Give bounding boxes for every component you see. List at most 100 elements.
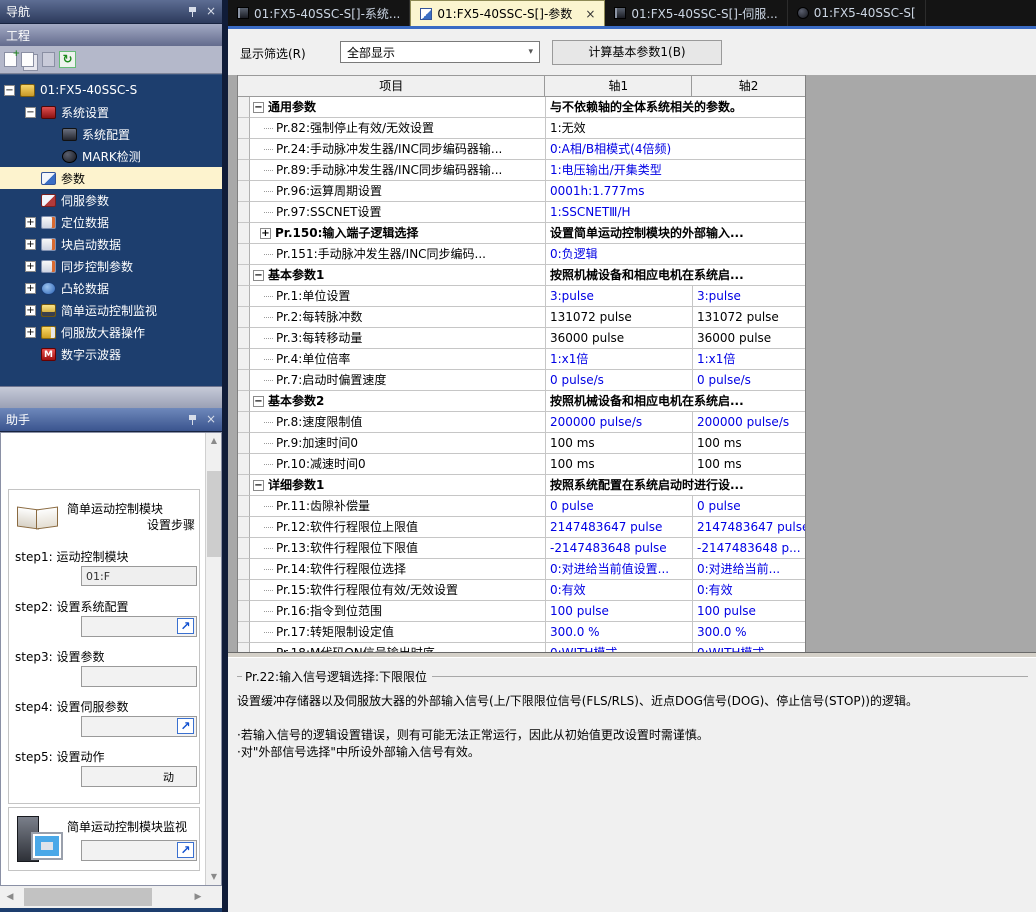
item-cell[interactable]: −基本参数2 xyxy=(250,391,546,412)
collapse-toggle-icon[interactable]: − xyxy=(25,107,36,118)
scrollbar-thumb[interactable] xyxy=(207,471,221,557)
axis1-cell[interactable]: 0 pulse/s xyxy=(546,370,693,391)
tree-item-cam-data[interactable]: +凸轮数据 xyxy=(0,277,222,299)
item-cell[interactable]: Pr.82:强制停止有效/无效设置 xyxy=(250,118,546,139)
item-cell[interactable]: Pr.16:指令到位范围 xyxy=(250,601,546,622)
tree-item-system-configuration[interactable]: 系统配置 xyxy=(0,123,222,145)
axis2-cell[interactable]: 200000 pulse/s xyxy=(693,412,805,433)
tree-item-servo-parameter[interactable]: 伺服参数 xyxy=(0,189,222,211)
expand-toggle-icon[interactable]: + xyxy=(25,261,36,272)
axis-span-cell[interactable]: 1:无效 xyxy=(546,118,805,139)
axis1-cell[interactable]: 100 ms xyxy=(546,454,693,475)
refresh-icon[interactable]: ↻ xyxy=(59,51,76,68)
tree-item-motion-monitor[interactable]: +简单运动控制监视 xyxy=(0,299,222,321)
axis2-cell[interactable]: -2147483648 p... xyxy=(693,538,805,559)
monitor-open-button[interactable]: ↗ xyxy=(81,840,197,861)
axis1-cell[interactable]: 2147483647 pulse xyxy=(546,517,693,538)
expand-toggle-icon[interactable]: + xyxy=(25,305,36,316)
item-cell[interactable]: Pr.24:手动脉冲发生器/INC同步编码器输... xyxy=(250,139,546,160)
close-icon[interactable]: × xyxy=(206,414,216,425)
paste-icon[interactable] xyxy=(42,52,55,67)
tab-servo-parameter[interactable]: 01:FX5-40SSC-S[]-伺服... xyxy=(605,0,787,26)
axis2-cell[interactable]: 0 pulse xyxy=(693,496,805,517)
expand-toggle-icon[interactable]: + xyxy=(260,228,271,239)
tree-item-module[interactable]: −01:FX5-40SSC-S xyxy=(0,79,222,101)
step3-button[interactable] xyxy=(81,666,197,687)
axis-span-cell[interactable]: 1:SSCNETⅢ/H xyxy=(546,202,805,223)
scroll-down-icon[interactable]: ▼ xyxy=(206,869,222,885)
axis2-cell[interactable]: 0:WITH模式 xyxy=(693,643,805,652)
tree-item-positioning-data[interactable]: +定位数据 xyxy=(0,211,222,233)
axis2-cell[interactable]: 0:有效 xyxy=(693,580,805,601)
tree-item-parameter[interactable]: 参数 xyxy=(0,167,222,189)
item-cell[interactable]: Pr.17:转矩限制设定值 xyxy=(250,622,546,643)
item-cell[interactable]: +Pr.150:输入端子逻辑选择 xyxy=(250,223,546,244)
expand-toggle-icon[interactable]: + xyxy=(25,283,36,294)
item-cell[interactable]: Pr.9:加速时间0 xyxy=(250,433,546,454)
step2-button[interactable]: ↗ xyxy=(81,616,197,637)
display-filter-select[interactable]: 全部显示 ▾ xyxy=(340,41,540,63)
item-cell[interactable]: Pr.12:软件行程限位上限值 xyxy=(250,517,546,538)
tree-item-block-start-data[interactable]: +块启动数据 xyxy=(0,233,222,255)
axis-span-cell[interactable]: 1:电压输出/开集类型 xyxy=(546,160,805,181)
copy-icon[interactable] xyxy=(21,52,34,67)
axis1-cell[interactable]: 36000 pulse xyxy=(546,328,693,349)
axis2-cell[interactable]: 0:对进给当前... xyxy=(693,559,805,580)
axis2-cell[interactable]: 300.0 % xyxy=(693,622,805,643)
item-cell[interactable]: Pr.3:每转移动量 xyxy=(250,328,546,349)
item-cell[interactable]: Pr.18:M代码ON信号输出时序 xyxy=(250,643,546,652)
item-cell[interactable]: Pr.15:软件行程限位有效/无效设置 xyxy=(250,580,546,601)
item-cell[interactable]: Pr.13:软件行程限位下限值 xyxy=(250,538,546,559)
scroll-up-icon[interactable]: ▲ xyxy=(206,433,222,449)
pin-icon[interactable] xyxy=(187,414,198,425)
tab-mark-detection[interactable]: 01:FX5-40SSC-S[ xyxy=(788,0,926,26)
axis2-cell[interactable]: 2147483647 pulse xyxy=(693,517,805,538)
item-cell[interactable]: Pr.8:速度限制值 xyxy=(250,412,546,433)
step5-button[interactable]: 动 xyxy=(81,766,197,787)
axis1-cell[interactable]: 200000 pulse/s xyxy=(546,412,693,433)
axis2-cell[interactable]: 0 pulse/s xyxy=(693,370,805,391)
scroll-right-icon[interactable]: ▶ xyxy=(188,886,208,908)
axis2-cell[interactable]: 36000 pulse xyxy=(693,328,805,349)
item-cell[interactable]: Pr.96:运算周期设置 xyxy=(250,181,546,202)
axis2-cell[interactable]: 1:x1倍 xyxy=(693,349,805,370)
axis2-cell[interactable]: 100 ms xyxy=(693,454,805,475)
item-cell[interactable]: Pr.151:手动脉冲发生器/INC同步编码... xyxy=(250,244,546,265)
axis1-cell[interactable]: 0:WITH模式 xyxy=(546,643,693,652)
item-cell[interactable]: Pr.89:手动脉冲发生器/INC同步编码器输... xyxy=(250,160,546,181)
axis2-cell[interactable]: 3:pulse xyxy=(693,286,805,307)
item-cell[interactable]: Pr.2:每转脉冲数 xyxy=(250,307,546,328)
axis2-cell[interactable]: 100 ms xyxy=(693,433,805,454)
item-cell[interactable]: Pr.1:单位设置 xyxy=(250,286,546,307)
tree-item-digital-oscilloscope[interactable]: M数字示波器 xyxy=(0,343,222,365)
axis1-cell[interactable]: 0:对进给当前值设置... xyxy=(546,559,693,580)
axis2-cell[interactable]: 131072 pulse xyxy=(693,307,805,328)
tab-system-configuration[interactable]: 01:FX5-40SSC-S[]-系统... xyxy=(228,0,410,26)
axis1-cell[interactable]: 0:有效 xyxy=(546,580,693,601)
tree-item-mark-detection[interactable]: MARK检测 xyxy=(0,145,222,167)
new-item-icon[interactable]: + xyxy=(4,52,17,67)
item-cell[interactable]: −基本参数1 xyxy=(250,265,546,286)
collapse-toggle-icon[interactable]: − xyxy=(253,270,264,281)
axis-span-cell[interactable]: 设置简单运动控制模块的外部输入... xyxy=(546,223,805,244)
pin-icon[interactable] xyxy=(187,6,198,17)
axis2-cell[interactable]: 100 pulse xyxy=(693,601,805,622)
item-cell[interactable]: Pr.14:软件行程限位选择 xyxy=(250,559,546,580)
item-cell[interactable]: Pr.97:SSCNET设置 xyxy=(250,202,546,223)
axis1-cell[interactable]: 1:x1倍 xyxy=(546,349,693,370)
item-cell[interactable]: Pr.11:齿隙补偿量 xyxy=(250,496,546,517)
item-cell[interactable]: −详细参数1 xyxy=(250,475,546,496)
scroll-left-icon[interactable]: ◀ xyxy=(0,886,20,908)
axis1-cell[interactable]: 3:pulse xyxy=(546,286,693,307)
axis1-cell[interactable]: 100 pulse xyxy=(546,601,693,622)
expand-toggle-icon[interactable]: + xyxy=(25,217,36,228)
item-cell[interactable]: Pr.7:启动时偏置速度 xyxy=(250,370,546,391)
tree-item-servo-amplifier[interactable]: +伺服放大器操作 xyxy=(0,321,222,343)
calc-basic-param-button[interactable]: 计算基本参数1(B) xyxy=(552,40,722,65)
assistant-horizontal-scrollbar[interactable]: ◀ ▶ xyxy=(0,886,222,908)
tree-item-sync-control-parameter[interactable]: +同步控制参数 xyxy=(0,255,222,277)
axis1-cell[interactable]: 131072 pulse xyxy=(546,307,693,328)
axis1-cell[interactable]: 100 ms xyxy=(546,433,693,454)
item-cell[interactable]: Pr.10:减速时间0 xyxy=(250,454,546,475)
collapse-toggle-icon[interactable]: − xyxy=(4,85,15,96)
